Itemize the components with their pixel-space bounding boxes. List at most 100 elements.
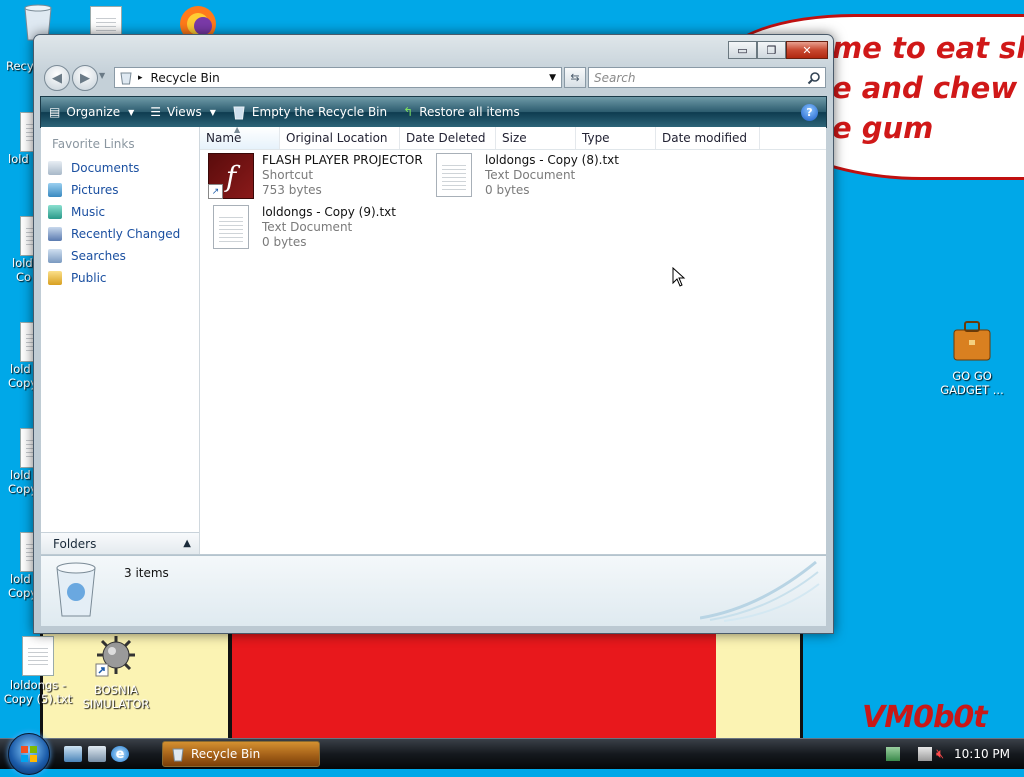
text-document-icon xyxy=(213,205,249,249)
desktop-icon-partial-3[interactable]: lold Copy xyxy=(0,322,52,390)
clock[interactable]: 10:10 PM xyxy=(954,747,1010,761)
taskbar: e Recycle Bin 🔇︎ 10:10 PM xyxy=(0,733,1024,775)
music-icon xyxy=(48,205,62,219)
file-type: Text Document xyxy=(262,220,353,234)
empty-recycle-bin-button[interactable]: Empty the Recycle Bin xyxy=(224,97,395,127)
file-name: loldongs - Copy (8).txt xyxy=(485,153,619,167)
briefcase-icon xyxy=(953,321,991,361)
mouse-cursor-icon xyxy=(672,267,686,287)
help-button[interactable]: ? xyxy=(801,103,818,121)
details-pane: 3 items xyxy=(41,555,826,626)
recent-pages-dropdown[interactable]: ▼ xyxy=(99,71,105,80)
column-headers: ▲ Name Original Location Date Deleted Siz… xyxy=(200,125,826,150)
views-button[interactable]: ☰ Views ▼ xyxy=(142,97,224,127)
desktop-icon-bosnia-simulator[interactable]: BOSNIA SIMULATOR xyxy=(76,634,156,711)
file-type: Text Document xyxy=(485,168,576,182)
windows-logo-icon xyxy=(21,746,37,762)
taskbar-button-recycle-bin[interactable]: Recycle Bin xyxy=(162,741,320,767)
file-size: 0 bytes xyxy=(262,235,307,249)
shortcut-arrow-icon: ↗ xyxy=(208,184,223,199)
file-item[interactable]: f ↗ FLASH PLAYER PROJECTOR Shortcut 753 b… xyxy=(208,153,423,199)
search-input[interactable]: Search xyxy=(594,71,807,85)
text-document-icon xyxy=(22,636,54,676)
spiked-mine-icon xyxy=(95,636,135,677)
organize-icon: ▤ xyxy=(49,105,61,119)
volume-muted-icon[interactable]: 🔇︎ xyxy=(936,747,944,762)
column-header-original-location[interactable]: Original Location xyxy=(280,127,400,149)
close-button[interactable]: ✕ xyxy=(786,41,828,59)
desktop-icon-partial-4[interactable]: lold Copy xyxy=(0,428,52,496)
nav-link-documents[interactable]: Documents xyxy=(41,157,199,179)
views-icon: ☰ xyxy=(150,105,162,119)
file-item[interactable]: loldongs - Copy (9).txt Text Document 0 … xyxy=(208,205,396,250)
file-type: Shortcut xyxy=(262,168,314,182)
chevron-down-icon: ▼ xyxy=(209,107,216,117)
show-desktop-icon[interactable] xyxy=(64,746,82,762)
organize-button[interactable]: ▤ Organize ▼ xyxy=(41,97,142,127)
nav-link-recently-changed[interactable]: Recently Changed xyxy=(41,223,199,245)
sort-ascending-icon: ▲ xyxy=(234,125,241,134)
action-center-icon[interactable] xyxy=(918,747,932,761)
refresh-icon: ⇆ xyxy=(570,71,580,84)
breadcrumb-location[interactable]: Recycle Bin xyxy=(151,71,220,85)
desktop-icon-partial-2[interactable]: lold Co xyxy=(0,216,52,284)
nav-link-public[interactable]: Public xyxy=(41,267,199,289)
breadcrumb-separator-icon[interactable]: ▸ xyxy=(138,73,143,83)
decorative-swoosh xyxy=(700,560,820,622)
minimize-button[interactable]: ▭ xyxy=(728,41,757,59)
refresh-button[interactable]: ⇆ xyxy=(564,67,586,88)
desktop-icon-partial-1[interactable]: lold xyxy=(0,112,52,166)
window-controls: ▭ ❐ ✕ xyxy=(728,41,828,59)
recycle-bin-window: ▭ ❐ ✕ ◀ ▶ ▼ ▸ Recycle Bin ▼ ⇆ Search ▤ O… xyxy=(33,34,834,634)
desktop-icon-loldongs-copy-5[interactable]: loldongs - Copy (5).txt xyxy=(0,636,78,706)
column-header-date-modified[interactable]: Date modified xyxy=(656,127,760,149)
folders-toggle[interactable]: Folders ▲ xyxy=(41,532,199,554)
favorite-links-header: Favorite Links xyxy=(52,137,135,151)
back-button[interactable]: ◀ xyxy=(44,65,70,91)
text-document-icon xyxy=(436,153,472,197)
item-count: 3 items xyxy=(124,566,169,580)
column-header-date-deleted[interactable]: Date Deleted xyxy=(400,127,496,149)
speech-bubble-text: me to eat shit e and chew e gum xyxy=(832,31,1024,145)
desktop-icon-partial-5[interactable]: lold Copy xyxy=(0,532,52,600)
desktop-icon-go-go-gadget[interactable]: GO GO GADGET ... xyxy=(932,318,1012,397)
restore-arrow-icon: ↰ xyxy=(403,105,414,119)
internet-explorer-icon[interactable]: e xyxy=(111,746,129,762)
column-header-type[interactable]: Type xyxy=(576,127,656,149)
column-header-name[interactable]: ▲ Name xyxy=(200,125,280,149)
back-arrow-icon: ◀ xyxy=(52,70,62,86)
firefox-icon xyxy=(180,6,216,42)
public-folder-icon xyxy=(48,271,62,285)
search-icon[interactable] xyxy=(807,71,821,85)
file-name: loldongs - Copy (9).txt xyxy=(262,205,396,219)
system-tray: 🔇︎ 10:10 PM xyxy=(886,739,1024,769)
file-size: 0 bytes xyxy=(485,183,530,197)
navigation-pane: Favorite Links Documents Pictures Music … xyxy=(41,127,200,554)
chevron-down-icon: ▼ xyxy=(128,107,135,117)
recycle-bin-icon xyxy=(233,106,245,119)
maximize-button[interactable]: ❐ xyxy=(757,41,786,59)
nav-link-pictures[interactable]: Pictures xyxy=(41,179,199,201)
column-header-size[interactable]: Size xyxy=(496,127,576,149)
address-dropdown-icon[interactable]: ▼ xyxy=(549,73,556,83)
recycle-bin-icon xyxy=(120,72,132,84)
flash-shortcut-icon: f ↗ xyxy=(208,153,254,199)
network-tray-icon[interactable] xyxy=(886,747,900,761)
restore-all-items-button[interactable]: ↰ Restore all items xyxy=(395,97,528,127)
chevron-up-icon: ▲ xyxy=(183,538,191,549)
wallpaper-signature: VM0b0t xyxy=(862,700,988,735)
recycle-bin-large-icon xyxy=(56,562,96,617)
nav-link-searches[interactable]: Searches xyxy=(41,245,199,267)
search-box[interactable]: Search xyxy=(588,67,826,88)
file-item[interactable]: loldongs - Copy (8).txt Text Document 0 … xyxy=(431,153,619,198)
pictures-icon xyxy=(48,183,62,197)
recycle-bin-icon xyxy=(172,748,184,761)
nav-link-music[interactable]: Music xyxy=(41,201,199,223)
start-button[interactable] xyxy=(8,733,50,775)
forward-button[interactable]: ▶ xyxy=(72,65,98,91)
file-list: ▲ Name Original Location Date Deleted Siz… xyxy=(200,125,826,554)
forward-arrow-icon: ▶ xyxy=(80,70,90,86)
address-bar[interactable]: ▸ Recycle Bin ▼ xyxy=(114,67,562,88)
recently-changed-icon xyxy=(48,227,62,241)
switch-windows-icon[interactable] xyxy=(88,746,106,762)
